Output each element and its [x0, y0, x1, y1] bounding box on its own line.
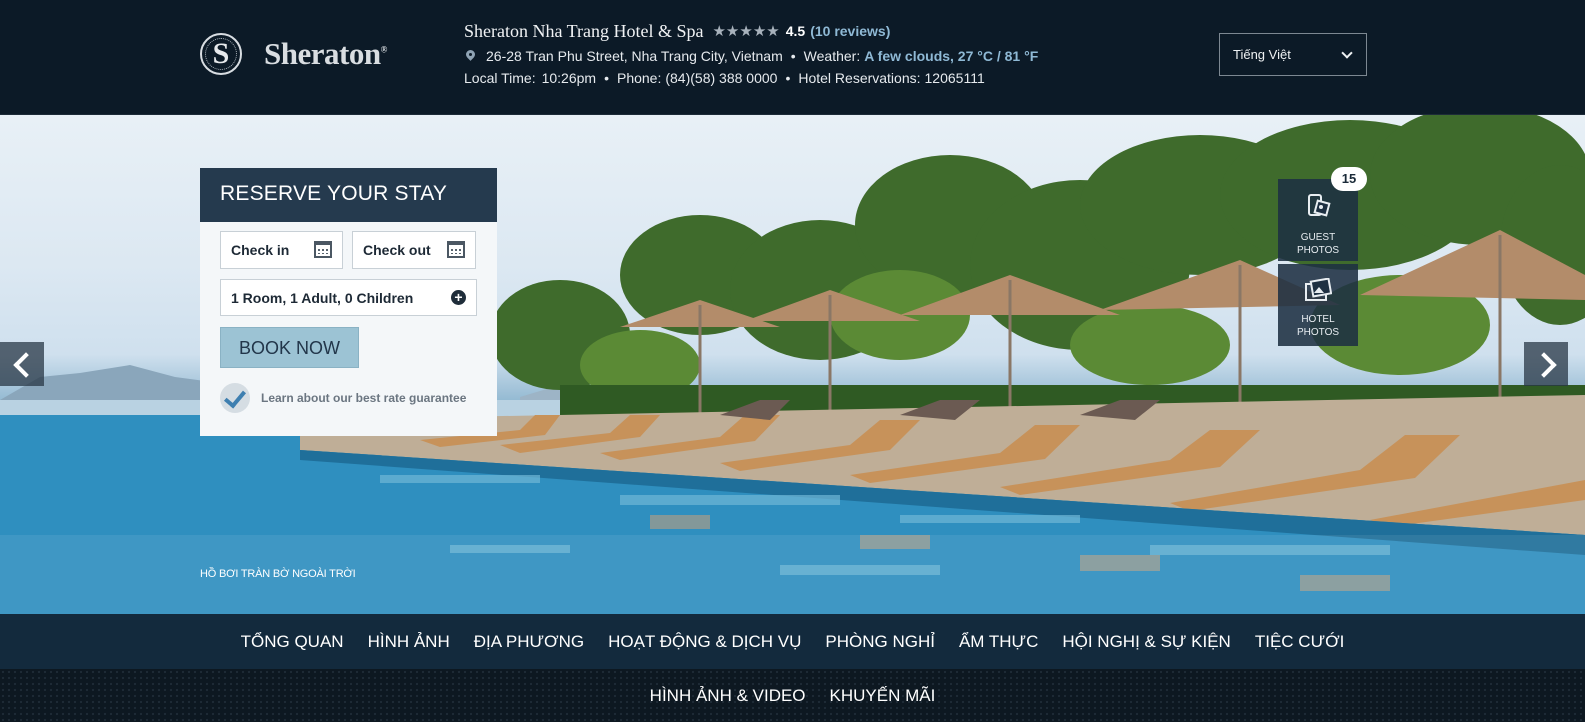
separator: •	[790, 48, 796, 64]
check-out-label: Check out	[363, 242, 431, 258]
weather-label: Weather:	[803, 48, 861, 64]
plus-circle-icon[interactable]: +	[451, 290, 466, 305]
nav-item-activities[interactable]: HOẠT ĐỘNG & DỊCH VỤ	[608, 632, 801, 652]
phone-photo-icon	[1308, 194, 1331, 217]
guests-value: 1 Room, 1 Adult, 0 Children	[231, 290, 414, 306]
reserve-panel: RESERVE YOUR STAY Check in Check out 1 R…	[200, 168, 497, 436]
nav-item-photos[interactable]: HÌNH ẢNH	[368, 632, 450, 652]
separator: •	[785, 70, 791, 86]
check-in-field[interactable]: Check in	[220, 231, 343, 269]
guest-photos-label-2: PHOTOS	[1296, 245, 1340, 256]
logo-wordmark: Sheraton®	[264, 36, 387, 71]
sheraton-seal-icon: S	[200, 33, 242, 75]
checkmark-icon	[220, 383, 250, 413]
rating-stars-icon: ★★★★★	[712, 23, 780, 40]
nav-item-meetings-events[interactable]: HỘI NGHỊ & SỰ KIỆN	[1062, 632, 1231, 652]
check-out-field[interactable]: Check out	[352, 231, 476, 269]
rate-guarantee-link[interactable]: Learn about our best rate guarantee	[220, 383, 466, 413]
reserve-title: RESERVE YOUR STAY	[200, 168, 497, 222]
sheraton-logo[interactable]: S Sheraton®	[200, 33, 387, 75]
calendar-icon[interactable]	[447, 241, 465, 258]
guarantee-text: Learn about our best rate guarantee	[261, 391, 467, 405]
phone-label: Phone:	[616, 70, 662, 86]
hotel-photos-label-2: PHOTOS	[1296, 327, 1340, 338]
hotel-photos-label-1: HOTEL	[1301, 314, 1335, 325]
guest-photos-button[interactable]: GUEST PHOTOS	[1278, 179, 1358, 261]
secondary-nav: HÌNH ẢNH & VIDEO KHUYẾN MÃI	[0, 669, 1585, 722]
rating-value: 4.5	[785, 23, 806, 39]
check-in-label: Check in	[231, 242, 290, 258]
reservations-label: Hotel Reservations:	[798, 70, 921, 86]
language-select[interactable]: Tiếng Việt	[1219, 33, 1367, 76]
guest-photos-label-1: GUEST	[1300, 232, 1336, 243]
reservations-number: 12065111	[924, 70, 985, 86]
nav-item-overview[interactable]: TỔNG QUAN	[241, 632, 344, 652]
hotel-info: Sheraton Nha Trang Hotel & Spa ★★★★★ 4.5…	[464, 20, 1039, 87]
nav-item-rooms[interactable]: PHÒNG NGHỈ	[825, 632, 935, 652]
hotel-address: 26-28 Tran Phu Street, Nha Trang City, V…	[486, 48, 783, 64]
local-time: 10:26pm	[541, 70, 597, 86]
nav-item-local-area[interactable]: ĐỊA PHƯƠNG	[474, 632, 584, 652]
picture-icon	[1305, 278, 1332, 301]
book-now-button[interactable]: BOOK NOW	[220, 327, 359, 368]
local-time-label: Local Time:	[464, 70, 536, 86]
nav-item-offers[interactable]: KHUYẾN MÃI	[830, 686, 936, 722]
hotel-photos-button[interactable]: HOTEL PHOTOS	[1278, 264, 1358, 346]
guests-field[interactable]: 1 Room, 1 Adult, 0 Children +	[220, 279, 477, 316]
reviews-link[interactable]: (10 reviews)	[810, 23, 890, 39]
main-nav: TỔNG QUAN HÌNH ẢNH ĐỊA PHƯƠNG HOẠT ĐỘNG …	[0, 614, 1585, 669]
nav-item-dining[interactable]: ẨM THỰC	[959, 632, 1038, 652]
carousel-next-chevron-right-icon[interactable]	[1524, 342, 1568, 386]
image-caption: HỒ BƠI TRÀN BỜ NGOÀI TRỜI	[200, 568, 356, 580]
carousel-prev-chevron-left-icon[interactable]	[0, 342, 44, 386]
guest-photos-count-badge: 15	[1331, 167, 1367, 191]
calendar-icon[interactable]	[314, 241, 332, 258]
weather-value: A few clouds, 27 °C / 81 °F	[864, 48, 1039, 64]
separator: •	[604, 70, 609, 86]
chevron-down-icon	[1341, 47, 1353, 59]
site-header: S Sheraton® Sheraton Nha Trang Hotel & S…	[0, 0, 1585, 115]
language-value: Tiếng Việt	[1233, 47, 1291, 62]
nav-item-photos-video[interactable]: HÌNH ẢNH & VIDEO	[650, 686, 806, 722]
nav-item-weddings[interactable]: TIỆC CƯỚI	[1255, 632, 1345, 652]
map-pin-icon	[466, 50, 475, 62]
phone-number: (84)(58) 388 0000	[665, 70, 778, 86]
hotel-name: Sheraton Nha Trang Hotel & Spa	[464, 20, 704, 41]
